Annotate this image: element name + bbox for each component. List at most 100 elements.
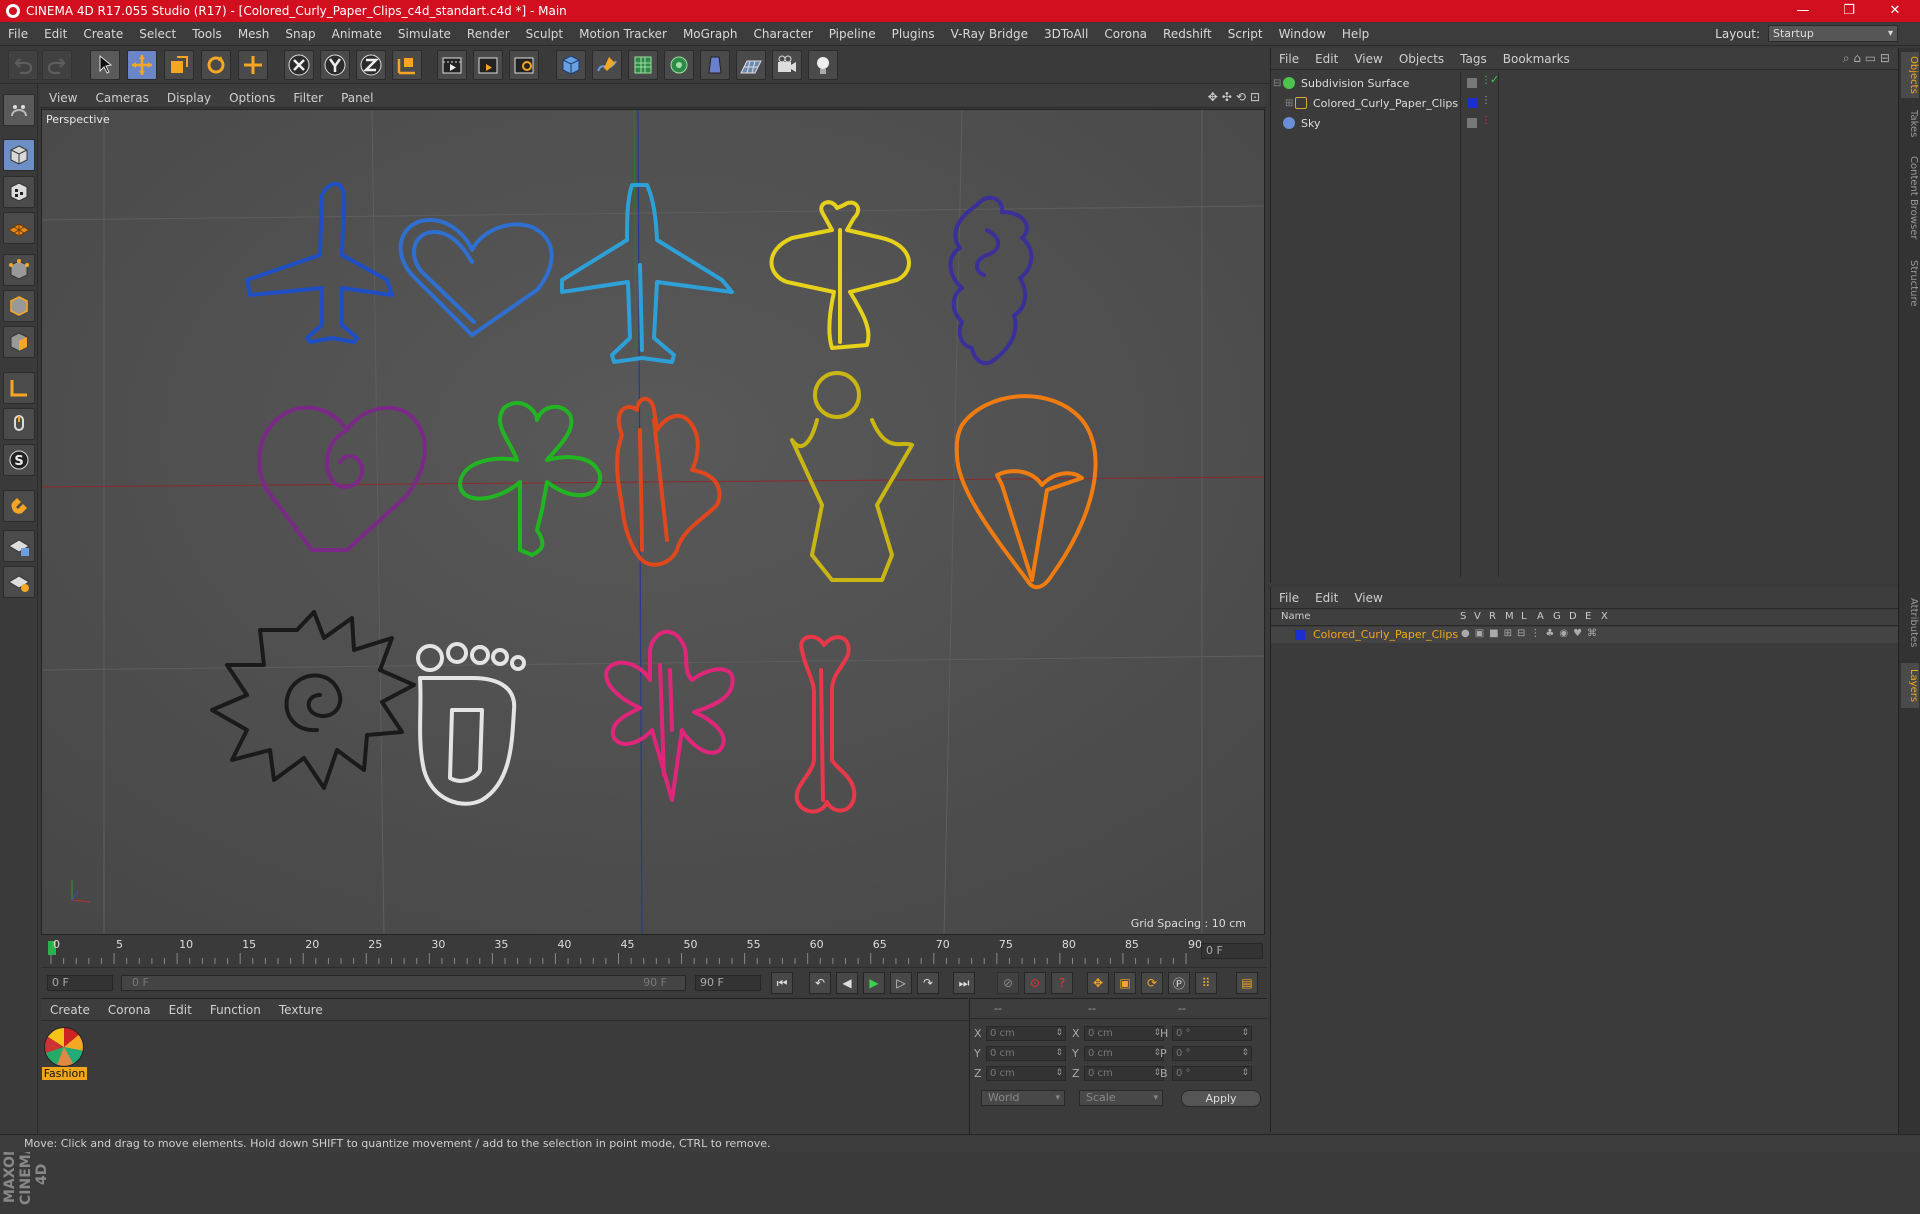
- cube-primitive-icon[interactable]: [556, 50, 586, 80]
- layer-column-l[interactable]: L: [1521, 611, 1527, 622]
- menu-corona[interactable]: Corona: [1096, 22, 1155, 46]
- tweak-mode-icon[interactable]: [3, 408, 35, 440]
- subdivision-surface-icon[interactable]: [628, 50, 658, 80]
- tab-content-browser[interactable]: Content Browser: [1901, 148, 1919, 248]
- object-menu-file[interactable]: File: [1271, 52, 1307, 66]
- viewport-menu-view[interactable]: View: [40, 91, 86, 105]
- layer-row[interactable]: Colored_Curly_Paper_Clips ●▣■⊞⊟⋮♣◉♥⌘: [1271, 627, 1898, 643]
- tab-attributes[interactable]: Attributes: [1901, 588, 1919, 658]
- live-selection-icon[interactable]: [238, 50, 268, 80]
- object-manager-search-icon[interactable]: ⌕ ⌂ ▭ ⊟: [1843, 51, 1890, 66]
- autokey-icon[interactable]: ⊙: [1024, 972, 1046, 994]
- viewport-scene[interactable]: [42, 110, 1265, 935]
- material-menu-corona[interactable]: Corona: [99, 1003, 160, 1017]
- layer-column-e[interactable]: E: [1585, 611, 1591, 622]
- layer-column-m[interactable]: M: [1505, 611, 1514, 622]
- tab-objects[interactable]: Objects: [1901, 52, 1919, 98]
- visibility-dots-icon[interactable]: ⋮: [1481, 96, 1491, 106]
- coordinate-system-icon[interactable]: [392, 50, 422, 80]
- workplane-lock-icon[interactable]: [3, 530, 35, 562]
- visibility-dots-icon[interactable]: ⋮: [1481, 116, 1491, 126]
- menu-character[interactable]: Character: [745, 22, 820, 46]
- layer-column-x[interactable]: X: [1601, 611, 1608, 622]
- render-settings-icon[interactable]: [509, 50, 539, 80]
- enabled-checkmark-icon[interactable]: ✓: [1490, 74, 1500, 85]
- dolly-icon[interactable]: ✣: [1222, 90, 1232, 104]
- material-menu-edit[interactable]: Edit: [160, 1003, 201, 1017]
- menu-3dtoall[interactable]: 3DToAll: [1036, 22, 1096, 46]
- orbit-icon[interactable]: ⟲: [1236, 90, 1246, 104]
- axis-mode-icon[interactable]: [3, 372, 35, 404]
- layer-menu-view[interactable]: View: [1346, 591, 1390, 605]
- start-frame-field[interactable]: 0 F: [47, 975, 113, 991]
- menu-sculpt[interactable]: Sculpt: [518, 22, 571, 46]
- viewport-menu-filter[interactable]: Filter: [284, 91, 332, 105]
- previous-key-icon[interactable]: ↶: [809, 972, 831, 994]
- coord-value-field[interactable]: 0 °: [1172, 1066, 1252, 1081]
- material-menu-create[interactable]: Create: [41, 1003, 99, 1017]
- menu-edit[interactable]: Edit: [36, 22, 75, 46]
- viewport-menu-display[interactable]: Display: [158, 91, 220, 105]
- workplane-grid-icon[interactable]: [3, 566, 35, 598]
- previous-frame-icon[interactable]: ◀: [836, 972, 858, 994]
- object-row-sky[interactable]: Sky: [1273, 113, 1893, 133]
- y-axis-lock-icon[interactable]: [320, 50, 350, 80]
- coord-value-field[interactable]: 0 °: [1172, 1026, 1252, 1041]
- coord-value-field[interactable]: 0 °: [1172, 1046, 1252, 1061]
- next-frame-icon[interactable]: ▷: [890, 972, 912, 994]
- layer-column-r[interactable]: R: [1489, 611, 1496, 622]
- points-mode-icon[interactable]: [3, 254, 35, 286]
- next-key-icon[interactable]: ↷: [917, 972, 939, 994]
- menu-render[interactable]: Render: [459, 22, 518, 46]
- keyframe-selection-icon[interactable]: ?: [1051, 972, 1073, 994]
- menu-window[interactable]: Window: [1271, 22, 1334, 46]
- object-row-colored-curly-paper-clips[interactable]: ⊞ Colored_Curly_Paper_Clips: [1273, 93, 1893, 113]
- menu-help[interactable]: Help: [1334, 22, 1377, 46]
- material-menu-function[interactable]: Function: [201, 1003, 270, 1017]
- workplane-mode-icon[interactable]: [3, 212, 35, 244]
- viewport-menu-options[interactable]: Options: [220, 91, 284, 105]
- menu-snap[interactable]: Snap: [277, 22, 323, 46]
- layer-menu-file[interactable]: File: [1271, 591, 1307, 605]
- spline-pen-icon[interactable]: [592, 50, 622, 80]
- menu-simulate[interactable]: Simulate: [390, 22, 459, 46]
- model-mode-icon[interactable]: [3, 139, 35, 171]
- object-row-subdivision-surface[interactable]: ⊟ Subdivision Surface: [1273, 73, 1893, 93]
- go-to-start-icon[interactable]: ⏮: [771, 972, 793, 994]
- minimize-button[interactable]: —: [1780, 0, 1826, 22]
- undo-button[interactable]: [8, 50, 38, 80]
- scale-tool-icon[interactable]: [164, 50, 194, 80]
- tree-collapse-icon[interactable]: ⊟: [1273, 78, 1283, 89]
- viewport-menu-cameras[interactable]: Cameras: [86, 91, 157, 105]
- coordinate-mode-dropdown[interactable]: World: [981, 1090, 1065, 1106]
- menu-script[interactable]: Script: [1220, 22, 1271, 46]
- tab-takes[interactable]: Takes: [1901, 104, 1919, 144]
- frame-range-slider[interactable]: 0 F 90 F: [121, 975, 686, 991]
- select-tool-icon[interactable]: [90, 50, 120, 80]
- coord-value-field[interactable]: 0 cm: [986, 1066, 1066, 1081]
- apply-button[interactable]: Apply: [1181, 1090, 1261, 1107]
- record-keys-icon[interactable]: ⊘: [997, 972, 1019, 994]
- layer-column-g[interactable]: G: [1553, 611, 1561, 622]
- viewport-menu-panel[interactable]: Panel: [332, 91, 382, 105]
- object-menu-edit[interactable]: Edit: [1307, 52, 1346, 66]
- material-menu-texture[interactable]: Texture: [270, 1003, 332, 1017]
- end-frame-field[interactable]: 90 F: [695, 975, 761, 991]
- layer-tag-icon[interactable]: [1467, 118, 1477, 128]
- edges-mode-icon[interactable]: [3, 290, 35, 322]
- layer-flag-icons[interactable]: ●▣■⊞⊟⋮♣◉♥⌘: [1461, 628, 1602, 639]
- render-view-icon[interactable]: [437, 50, 467, 80]
- menu-mograph[interactable]: MoGraph: [675, 22, 746, 46]
- timeline-window-icon[interactable]: ▤: [1236, 972, 1258, 994]
- menu-plugins[interactable]: Plugins: [884, 22, 943, 46]
- restore-button[interactable]: ❐: [1826, 0, 1872, 22]
- menu-mesh[interactable]: Mesh: [230, 22, 278, 46]
- layer-color-swatch[interactable]: [1467, 98, 1477, 108]
- key-position-icon[interactable]: ✥: [1087, 972, 1109, 994]
- menu-animate[interactable]: Animate: [324, 22, 390, 46]
- menu-v-ray-bridge[interactable]: V-Ray Bridge: [943, 22, 1036, 46]
- render-picture-viewer-icon[interactable]: [473, 50, 503, 80]
- light-icon[interactable]: [808, 50, 838, 80]
- go-to-end-icon[interactable]: ⏭: [953, 972, 975, 994]
- deformer-icon[interactable]: [700, 50, 730, 80]
